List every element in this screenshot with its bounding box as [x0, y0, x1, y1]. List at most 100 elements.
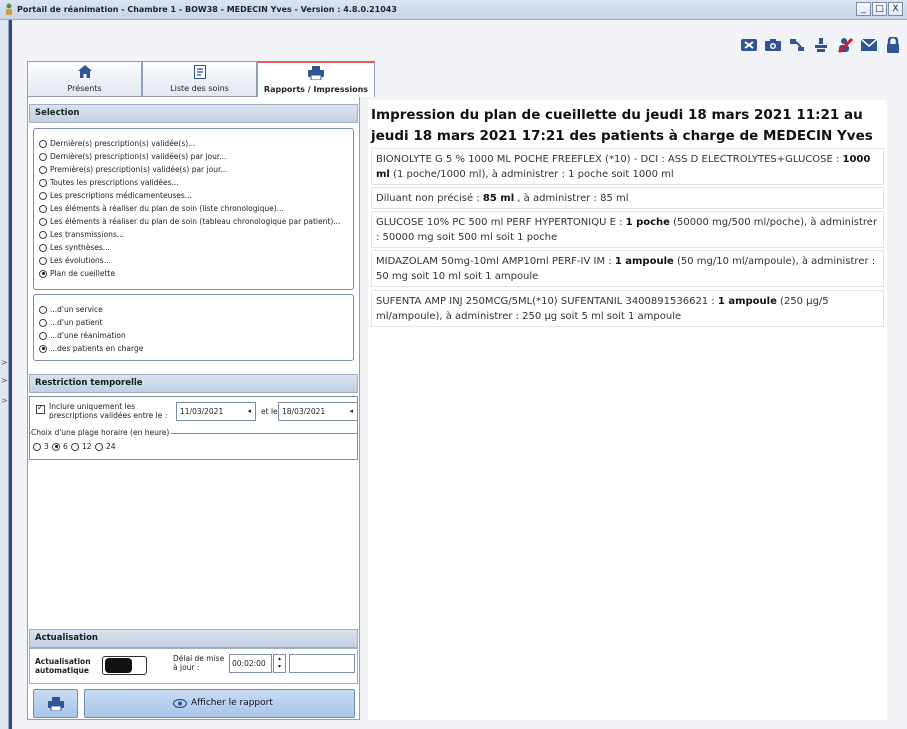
- radio-button[interactable]: [39, 217, 47, 226]
- radio-button[interactable]: [39, 243, 47, 252]
- delay-spinner[interactable]: ▴ ▾: [273, 654, 286, 673]
- hours-option-6[interactable]: 6: [52, 442, 68, 451]
- title-bar: Portail de réanimation - Chambre 1 - BOW…: [0, 0, 907, 20]
- restriction-header: Restriction temporelle: [29, 374, 358, 393]
- connect-icon[interactable]: [788, 36, 806, 54]
- item-text: BIONOLYTE G 5 % 1000 ML POCHE FREEFLEX (…: [376, 154, 843, 165]
- print-button[interactable]: [33, 689, 78, 718]
- show-report-label: Afficher le rapport: [191, 698, 273, 708]
- radio-button[interactable]: [39, 191, 47, 200]
- date-to-value: 18/03/2021: [282, 407, 326, 416]
- radio-button[interactable]: [39, 178, 47, 187]
- radio-button[interactable]: [71, 442, 79, 451]
- minimize-button[interactable]: _: [856, 2, 871, 16]
- export-icon[interactable]: [740, 36, 758, 54]
- selection-header: Selection: [29, 104, 358, 123]
- eye-icon: [172, 698, 188, 711]
- prescription-item: GLUCOSE 10% PC 500 ml PERF HYPERTONIQU E…: [371, 211, 884, 248]
- scope-option[interactable]: ...des patients en charge: [39, 344, 143, 353]
- expand-arrow-icon[interactable]: >: [1, 376, 8, 385]
- lock-icon[interactable]: [884, 36, 902, 54]
- expand-arrow-icon[interactable]: >: [1, 358, 8, 367]
- date-to-picker[interactable]: 18/03/2021 ◂: [278, 402, 358, 421]
- option-label: ...d'un patient: [50, 318, 103, 327]
- dropdown-arrow-icon[interactable]: ◂: [247, 403, 251, 420]
- camera-icon[interactable]: [764, 36, 782, 54]
- radio-button[interactable]: [33, 442, 41, 451]
- printer-icon: [258, 66, 374, 80]
- radio-button[interactable]: [39, 165, 47, 174]
- scope-option[interactable]: ...d'une réanimation: [39, 331, 126, 340]
- report-type-option[interactable]: Les évolutions...: [39, 256, 111, 265]
- radio-button[interactable]: [39, 305, 47, 314]
- report-type-option[interactable]: Toutes les prescriptions validées...: [39, 178, 179, 187]
- maximize-button[interactable]: □: [872, 2, 887, 16]
- home-icon: [28, 65, 141, 78]
- radio-button[interactable]: [39, 139, 47, 148]
- expand-arrow-icon[interactable]: >: [1, 396, 8, 405]
- radio-button[interactable]: [39, 152, 47, 161]
- close-button[interactable]: X: [888, 2, 903, 16]
- report-type-option[interactable]: Dernière(s) prescription(s) validée(s) p…: [39, 152, 226, 161]
- radio-button[interactable]: [39, 318, 47, 327]
- mail-icon[interactable]: [860, 36, 878, 54]
- hours-option-3[interactable]: 3: [33, 442, 49, 451]
- radio-button[interactable]: [39, 331, 47, 340]
- report-type-option[interactable]: Les éléments à réaliser du plan de soin …: [39, 204, 284, 213]
- scope-option[interactable]: ...d'un patient: [39, 318, 103, 327]
- tab-liste-des-soins[interactable]: Liste des soins: [142, 61, 257, 96]
- date-from-value: 11/03/2021: [180, 407, 224, 416]
- report-type-option[interactable]: Les prescriptions médicamenteuses...: [39, 191, 192, 200]
- report-type-option[interactable]: Première(s) prescription(s) validée(s) p…: [39, 165, 228, 174]
- radio-button[interactable]: [95, 442, 103, 451]
- radio-button[interactable]: [39, 344, 47, 353]
- dropdown-arrow-icon[interactable]: ◂: [349, 403, 353, 420]
- report-type-group: Dernière(s) prescription(s) validée(s)..…: [33, 128, 354, 290]
- extra-input[interactable]: [289, 654, 355, 673]
- radio-button[interactable]: [52, 442, 60, 451]
- delay-input[interactable]: 00:02:00: [229, 654, 272, 673]
- checklist-icon: [143, 65, 256, 79]
- item-text: GLUCOSE 10% PC 500 ml PERF HYPERTONIQU E…: [376, 217, 626, 228]
- radio-button[interactable]: [39, 230, 47, 239]
- option-label: Toutes les prescriptions validées...: [50, 178, 179, 187]
- show-report-button[interactable]: Afficher le rapport: [84, 689, 355, 718]
- report-type-option[interactable]: Les transmissions...: [39, 230, 124, 239]
- tab-presents[interactable]: Présents: [27, 61, 142, 96]
- prescription-item: SUFENTA AMP INJ 250MCG/5ML(*10) SUFENTAN…: [371, 290, 884, 327]
- tab-label: Liste des soins: [170, 84, 229, 93]
- radio-button[interactable]: [39, 256, 47, 265]
- radio-button[interactable]: [39, 204, 47, 213]
- report-type-option[interactable]: Les synthèses...: [39, 243, 110, 252]
- date-from-picker[interactable]: 11/03/2021 ◂: [176, 402, 256, 421]
- option-label: Première(s) prescription(s) validée(s) p…: [50, 165, 228, 174]
- report-type-option[interactable]: Plan de cueillette: [39, 269, 115, 278]
- item-text: , à administrer : 85 ml: [514, 193, 629, 204]
- option-label: ...des patients en charge: [50, 344, 144, 353]
- report-preview: Impression du plan de cueillette du jeud…: [368, 100, 887, 720]
- user-cross-icon[interactable]: [836, 36, 854, 54]
- printer-icon: [48, 697, 64, 714]
- tab-rapports-impressions[interactable]: Rapports / Impressions: [257, 61, 375, 97]
- auto-update-toggle[interactable]: [102, 656, 147, 675]
- item-quantity: 1 ampoule: [614, 256, 674, 267]
- delay-label: Délai de mise à jour :: [173, 654, 225, 672]
- actualisation-header: Actualisation: [29, 629, 358, 648]
- report-type-option[interactable]: Les éléments à réaliser du plan de soin …: [39, 217, 340, 226]
- delay-value: 00:02:00: [232, 659, 266, 668]
- option-label: Les évolutions...: [50, 256, 111, 265]
- hours-option-24[interactable]: 24: [95, 442, 116, 451]
- item-quantity: 1 ampoule: [717, 296, 777, 307]
- side-collapse-strip[interactable]: > > >: [0, 20, 9, 729]
- report-options-panel: Selection Dernière(s) prescription(s) va…: [27, 96, 360, 720]
- option-label: Les éléments à réaliser du plan de soin …: [50, 204, 284, 213]
- option-label: Les synthèses...: [50, 243, 110, 252]
- radio-button[interactable]: [39, 269, 47, 278]
- report-type-option[interactable]: Dernière(s) prescription(s) validée(s)..…: [39, 139, 195, 148]
- disconnect-icon[interactable]: [812, 36, 830, 54]
- include-checkbox[interactable]: [36, 403, 45, 414]
- hours-legend: Choix d'une plage horaire (en heure): [31, 428, 172, 437]
- hours-option-12[interactable]: 12: [71, 442, 92, 451]
- option-label: Plan de cueillette: [50, 269, 115, 278]
- scope-option[interactable]: ...d'un service: [39, 305, 103, 314]
